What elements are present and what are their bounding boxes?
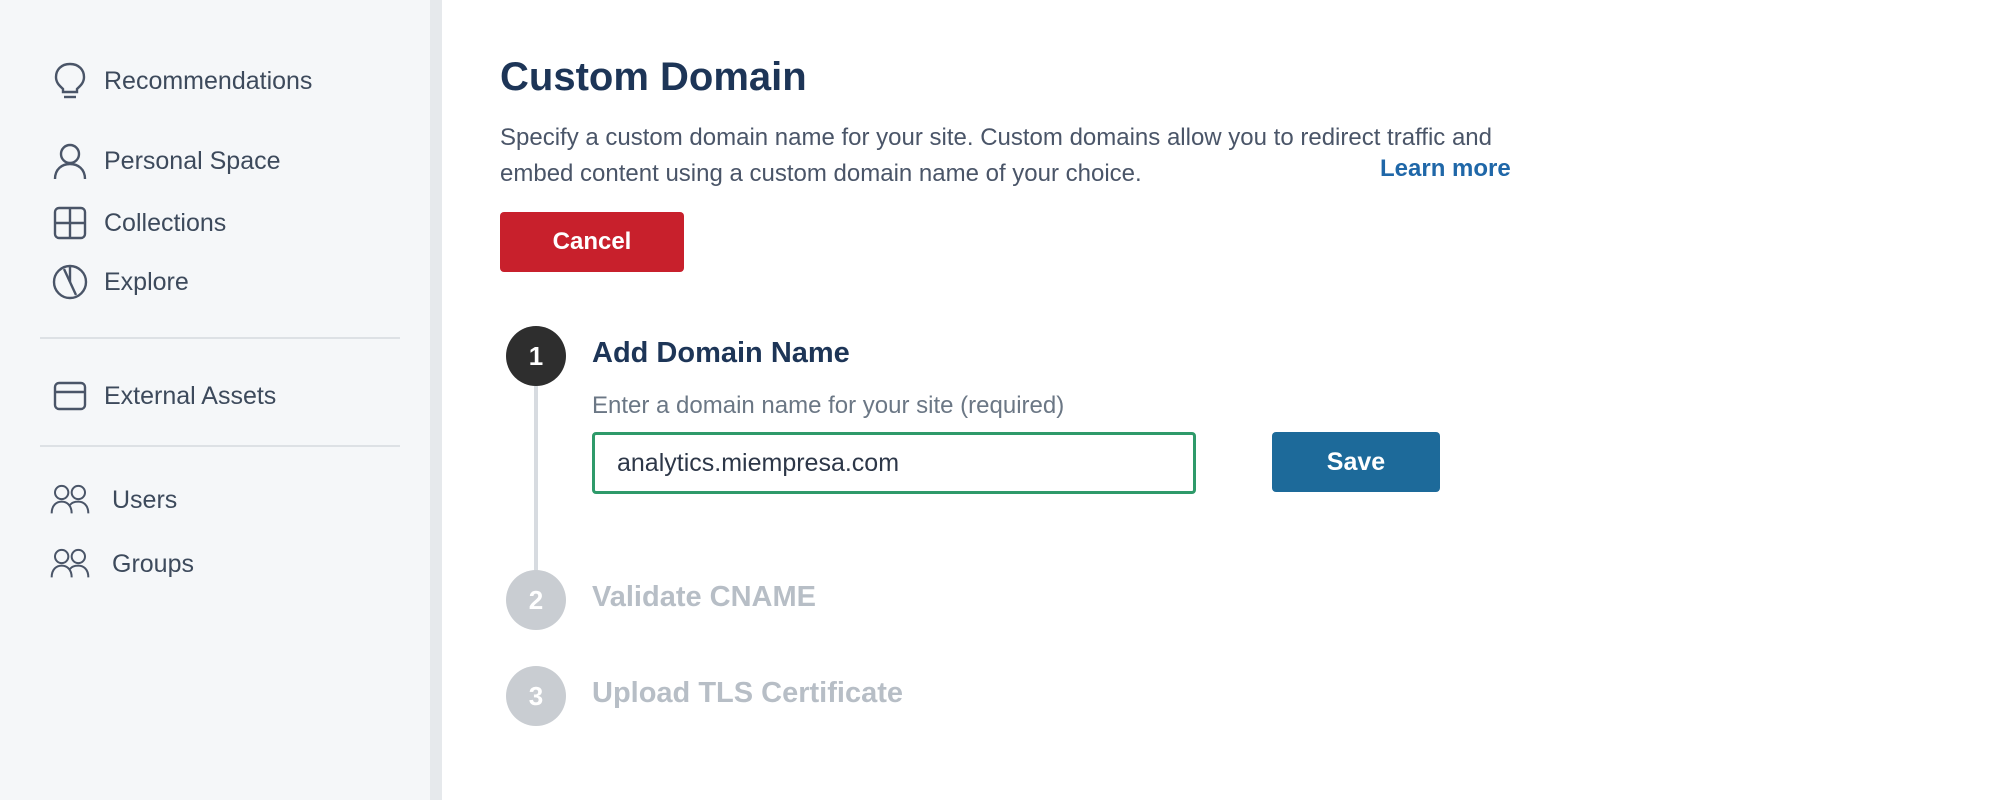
- learn-more-link[interactable]: Learn more: [1380, 155, 1511, 183]
- sidebar-item-users[interactable]: Users: [50, 475, 177, 525]
- domain-name-input[interactable]: [592, 432, 1196, 494]
- save-button[interactable]: Save: [1272, 432, 1440, 492]
- sidebar-divider: [40, 337, 400, 339]
- groups-icon: [50, 544, 90, 584]
- sidebar-item-recommendations[interactable]: Recommendations: [50, 56, 312, 106]
- sidebar-divider: [40, 445, 400, 447]
- sidebar-item-label: Groups: [112, 549, 194, 578]
- sidebar-item-groups[interactable]: Groups: [50, 539, 194, 589]
- sidebar: Recommendations Personal Space Collectio…: [0, 0, 430, 800]
- grid-icon: [50, 203, 90, 243]
- sidebar-item-label: Collections: [104, 208, 227, 237]
- compass-icon: [50, 262, 90, 302]
- sidebar-item-collections[interactable]: Collections: [50, 198, 226, 248]
- page-title: Custom Domain: [500, 55, 807, 99]
- sidebar-item-label: Recommendations: [104, 66, 313, 95]
- step-2-badge: 2: [506, 570, 566, 630]
- users-icon: [50, 480, 90, 520]
- page-description: Specify a custom domain name for your si…: [500, 124, 1493, 187]
- cancel-button[interactable]: Cancel: [500, 212, 684, 272]
- sidebar-item-personal-space[interactable]: Personal Space: [50, 136, 281, 186]
- card-icon: [50, 376, 90, 416]
- step-connector: [534, 385, 538, 573]
- sidebar-item-label: Explore: [104, 267, 189, 296]
- domain-field-label: Enter a domain name for your site (requi…: [592, 392, 1065, 419]
- sidebar-item-label: Personal Space: [104, 146, 281, 175]
- sidebar-item-external-assets[interactable]: External Assets: [50, 371, 276, 421]
- sidebar-item-explore[interactable]: Explore: [50, 257, 189, 307]
- step-2-title: Validate CNAME: [592, 581, 816, 613]
- sidebar-item-label: External Assets: [104, 381, 277, 410]
- step-1-badge: 1: [506, 326, 566, 386]
- step-1-title: Add Domain Name: [592, 337, 850, 369]
- sidebar-item-label: Users: [112, 485, 178, 514]
- step-3-title: Upload TLS Certificate: [592, 677, 903, 709]
- step-3-badge: 3: [506, 666, 566, 726]
- sidebar-edge: [430, 0, 442, 800]
- lightbulb-icon: [50, 61, 90, 101]
- user-icon: [50, 141, 90, 181]
